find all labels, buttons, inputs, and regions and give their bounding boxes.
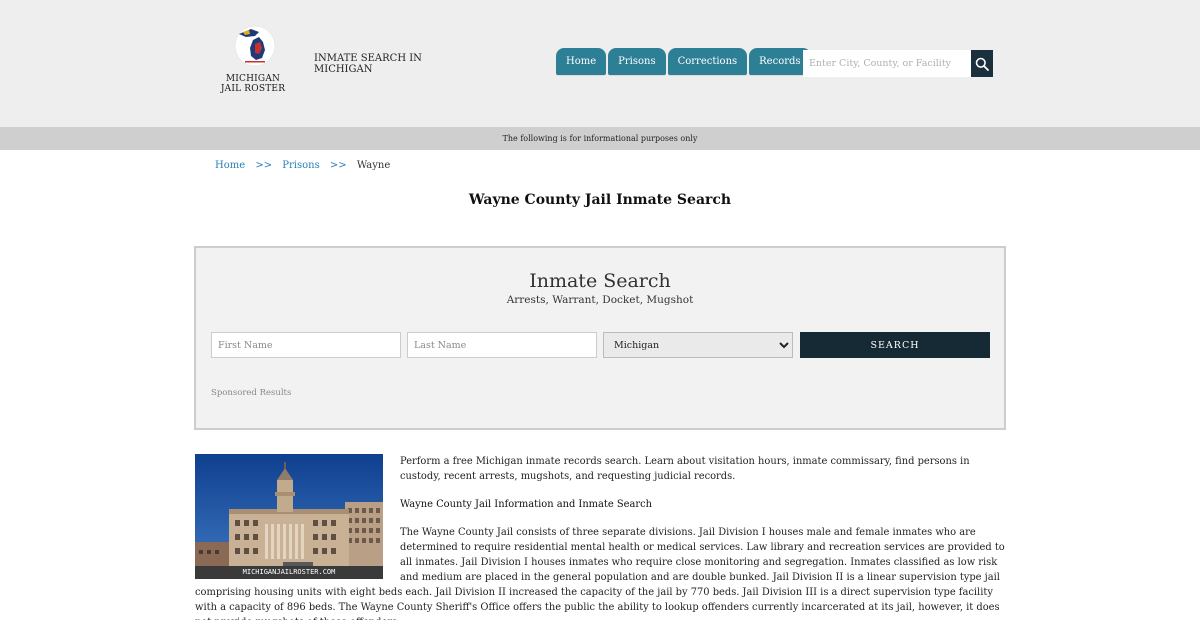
nav-tab-home[interactable]: Home (556, 48, 607, 75)
breadcrumb-separator: >> (329, 160, 347, 171)
search-icon (975, 57, 989, 71)
page-title: Wayne County Jail Inmate Search (468, 192, 732, 208)
breadcrumb-prisons[interactable]: Prisons (282, 160, 319, 171)
logo-line-2: JAIL ROSTER (220, 84, 286, 94)
panel-subtitle: Arrests, Warrant, Docket, Mugshot (506, 294, 694, 306)
breadcrumb-home[interactable]: Home (215, 160, 245, 171)
breadcrumb-separator: >> (255, 160, 273, 171)
nav-tab-prisons[interactable]: Prisons (608, 48, 666, 75)
panel-title: Inmate Search (529, 270, 671, 292)
site-title: INMATE SEARCH IN MICHIGAN (314, 53, 422, 75)
breadcrumb: Home >> Prisons >> Wayne (215, 160, 390, 171)
logo-wordmark: MICHIGAN JAIL ROSTER (218, 74, 288, 94)
content-article: Perform a free Michigan inmate records s… (195, 454, 1007, 620)
state-select[interactable]: Michigan (603, 332, 793, 358)
facility-search-input[interactable] (803, 50, 971, 77)
first-name-input[interactable] (211, 332, 401, 358)
last-name-input[interactable] (407, 332, 597, 358)
photo-spacer (195, 454, 400, 584)
michigan-state-icon (234, 25, 276, 67)
inmate-search-panel: Inmate Search Arrests, Warrant, Docket, … (194, 246, 1006, 430)
facility-search-button[interactable] (971, 50, 993, 77)
info-bar: The following is for informational purpo… (0, 127, 1200, 150)
sponsored-results-label: Sponsored Results (211, 388, 292, 398)
site-header: MICHIGAN JAIL ROSTER INMATE SEARCH IN MI… (0, 0, 1200, 127)
logo-line-1: MICHIGAN (225, 74, 281, 84)
nav-tab-records[interactable]: Records (749, 48, 811, 75)
main-nav: Home Prisons Corrections Records (556, 48, 813, 75)
nav-tab-corrections[interactable]: Corrections (667, 48, 748, 75)
breadcrumb-current: Wayne (356, 160, 391, 171)
inmate-search-button[interactable]: SEARCH (800, 332, 990, 358)
